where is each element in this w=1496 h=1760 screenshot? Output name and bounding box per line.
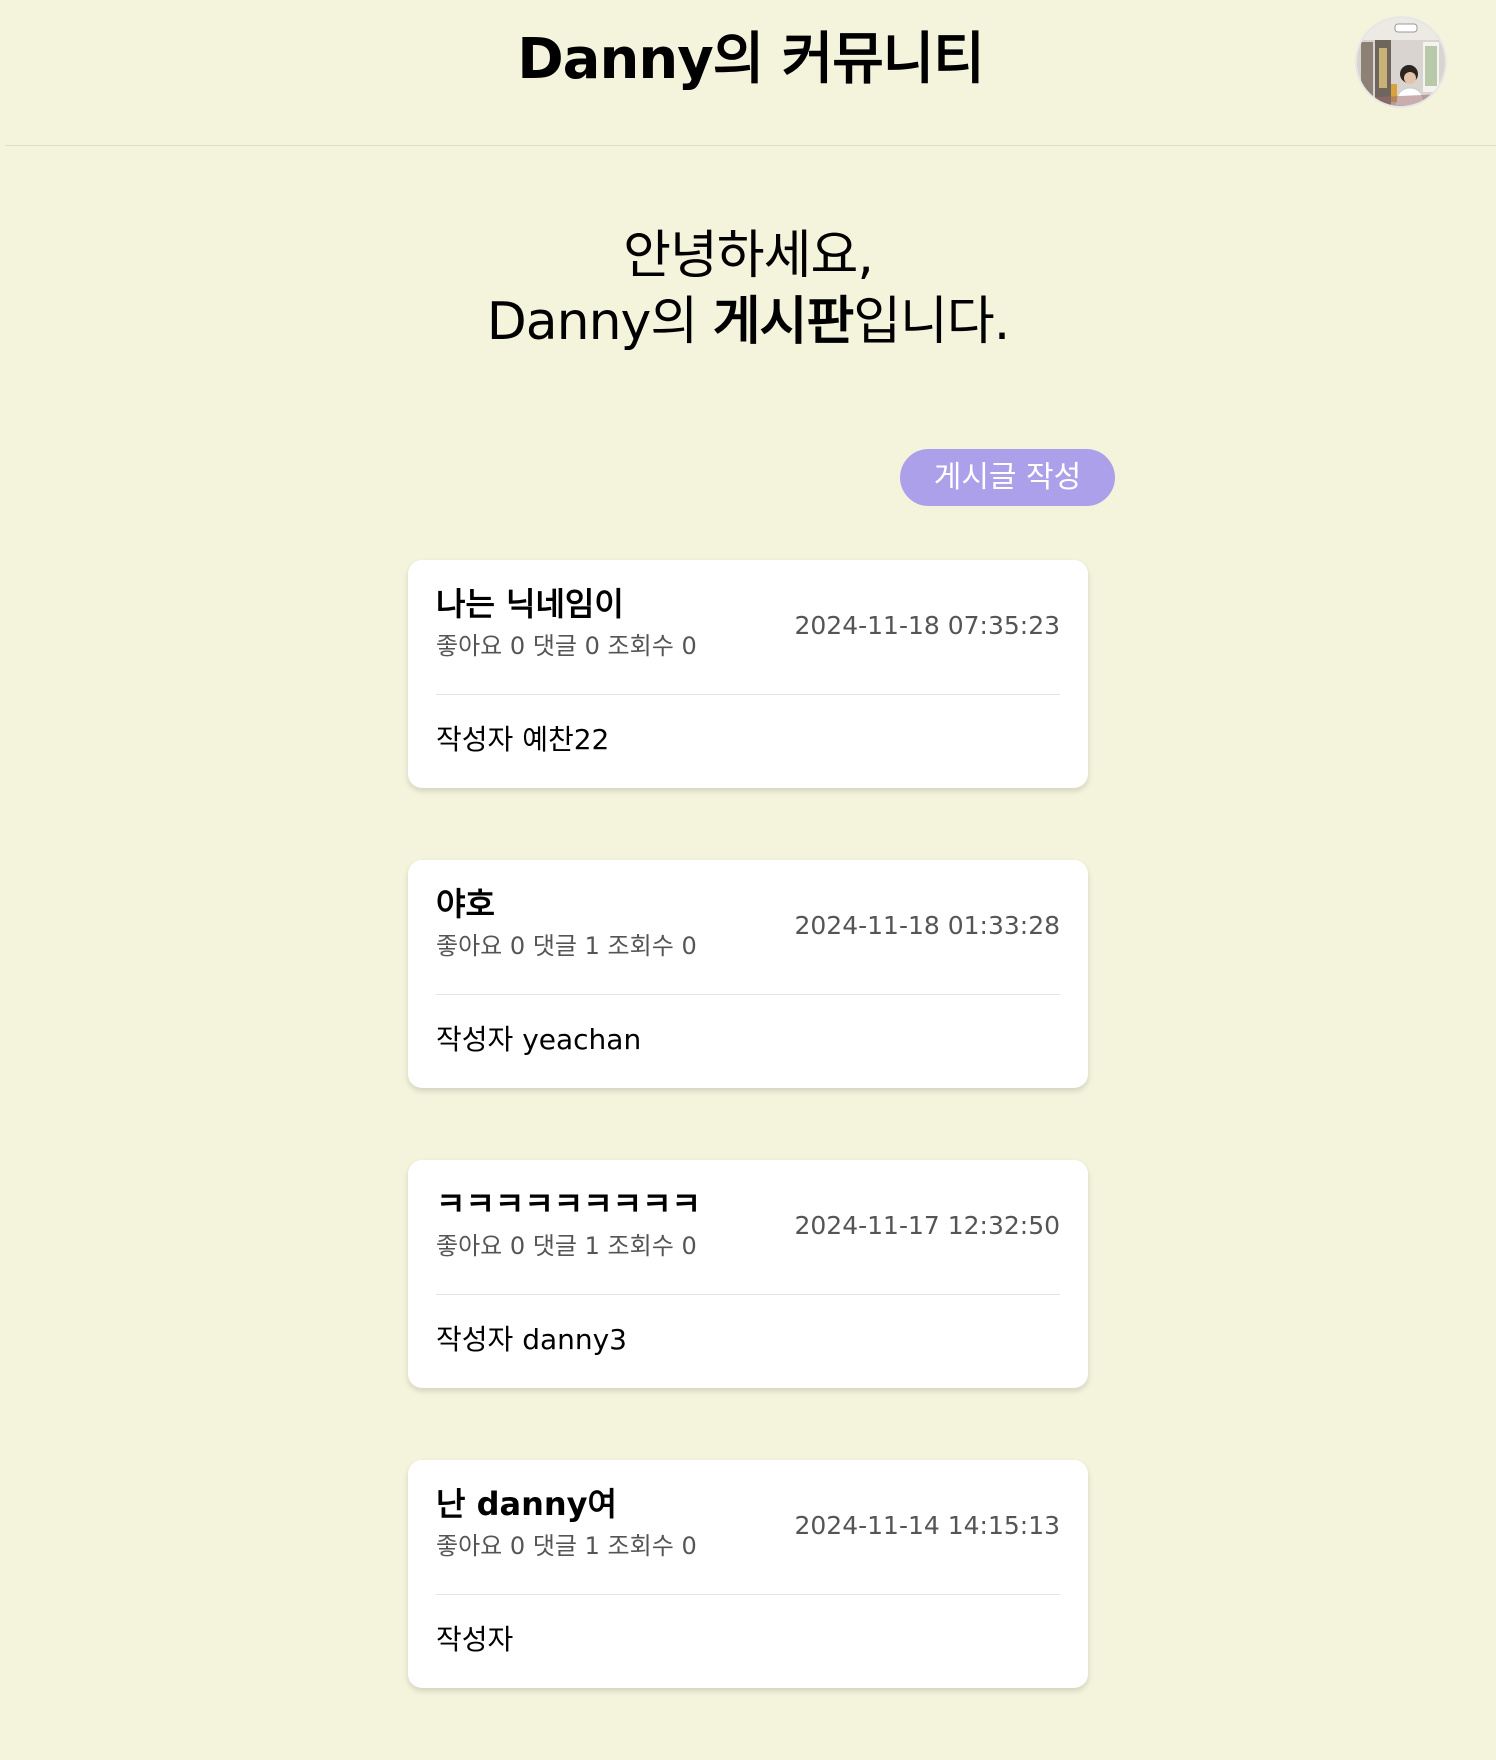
comments-label: 댓글 <box>532 1532 577 1560</box>
views-label: 조회수 <box>607 1232 674 1260</box>
views-label: 조회수 <box>607 1532 674 1560</box>
post-divider <box>436 694 1060 695</box>
post-title: 난 danny여 <box>436 1485 617 1523</box>
likes-count: 0 <box>509 932 526 960</box>
post-title: 야호 <box>436 885 495 923</box>
comments-label: 댓글 <box>532 932 577 960</box>
welcome-subtitle-prefix: Danny의 <box>486 292 713 352</box>
post-title: 나는 닉네임이 <box>436 585 624 623</box>
comments-label: 댓글 <box>532 632 577 660</box>
post-divider <box>436 1294 1060 1295</box>
likes-label: 좋아요 <box>436 932 503 960</box>
write-post-button[interactable]: 게시글 작성 <box>900 449 1115 506</box>
post-card[interactable]: 난 danny여 좋아요 0 댓글 1 조회수 0 2024-11-14 14:… <box>408 1460 1088 1688</box>
likes-count: 0 <box>509 1532 526 1560</box>
post-date: 2024-11-14 14:15:13 <box>794 1511 1060 1540</box>
author-name: danny3 <box>522 1323 627 1356</box>
comments-count: 0 <box>584 632 600 660</box>
comments-label: 댓글 <box>532 1232 577 1260</box>
post-date: 2024-11-18 01:33:28 <box>794 911 1060 940</box>
post-stats: 좋아요 0 댓글 1 조회수 0 <box>436 930 697 962</box>
post-stats: 좋아요 0 댓글 1 조회수 0 <box>436 1230 697 1262</box>
comments-count: 1 <box>584 1532 600 1560</box>
author-label: 작성자 <box>436 1323 514 1356</box>
welcome-subtitle-suffix: 입니다. <box>853 292 1010 352</box>
post-date: 2024-11-18 07:35:23 <box>794 611 1060 640</box>
avatar[interactable] <box>1355 16 1447 108</box>
post-author: 작성자 danny3 <box>436 1322 627 1358</box>
views-count: 0 <box>681 932 697 960</box>
views-count: 0 <box>681 1232 697 1260</box>
welcome-subtitle: Danny의 게시판입니다. <box>0 289 1496 355</box>
post-date: 2024-11-17 12:32:50 <box>794 1211 1060 1240</box>
likes-label: 좋아요 <box>436 632 503 660</box>
post-title: ㅋㅋㅋㅋㅋㅋㅋㅋㅋ <box>436 1185 701 1223</box>
views-count: 0 <box>681 1532 697 1560</box>
post-card[interactable]: 야호 좋아요 0 댓글 1 조회수 0 2024-11-18 01:33:28 … <box>408 860 1088 1088</box>
page-title[interactable]: Danny의 커뮤니티 <box>5 22 1496 98</box>
post-author: 작성자 예찬22 <box>436 722 609 758</box>
avatar-photo-icon <box>1357 18 1445 106</box>
post-divider <box>436 994 1060 995</box>
welcome-subtitle-highlight: 게시판 <box>712 292 855 352</box>
post-card[interactable]: 나는 닉네임이 좋아요 0 댓글 0 조회수 0 2024-11-18 07:3… <box>408 560 1088 788</box>
likes-count: 0 <box>509 1232 526 1260</box>
post-author: 작성자 <box>436 1622 513 1658</box>
post-list: 나는 닉네임이 좋아요 0 댓글 0 조회수 0 2024-11-18 07:3… <box>408 560 1088 1760</box>
welcome-message: 안녕하세요, Danny의 게시판입니다. <box>0 223 1496 355</box>
comments-count: 1 <box>584 1232 600 1260</box>
author-label: 작성자 <box>436 1623 514 1656</box>
post-card[interactable]: ㅋㅋㅋㅋㅋㅋㅋㅋㅋ 좋아요 0 댓글 1 조회수 0 2024-11-17 12… <box>408 1160 1088 1388</box>
post-stats: 좋아요 0 댓글 0 조회수 0 <box>436 630 697 662</box>
comments-count: 1 <box>584 932 600 960</box>
header: Danny의 커뮤니티 <box>5 0 1496 146</box>
author-label: 작성자 <box>436 1023 514 1056</box>
author-name: 예찬22 <box>522 723 610 756</box>
post-author: 작성자 yeachan <box>436 1022 641 1058</box>
likes-count: 0 <box>509 632 526 660</box>
views-count: 0 <box>681 632 697 660</box>
post-stats: 좋아요 0 댓글 1 조회수 0 <box>436 1530 697 1562</box>
views-label: 조회수 <box>607 632 674 660</box>
post-divider <box>436 1594 1060 1595</box>
likes-label: 좋아요 <box>436 1232 503 1260</box>
likes-label: 좋아요 <box>436 1532 503 1560</box>
views-label: 조회수 <box>607 932 674 960</box>
author-label: 작성자 <box>436 723 514 756</box>
welcome-greeting: 안녕하세요, <box>623 226 874 286</box>
author-name: yeachan <box>522 1023 642 1056</box>
